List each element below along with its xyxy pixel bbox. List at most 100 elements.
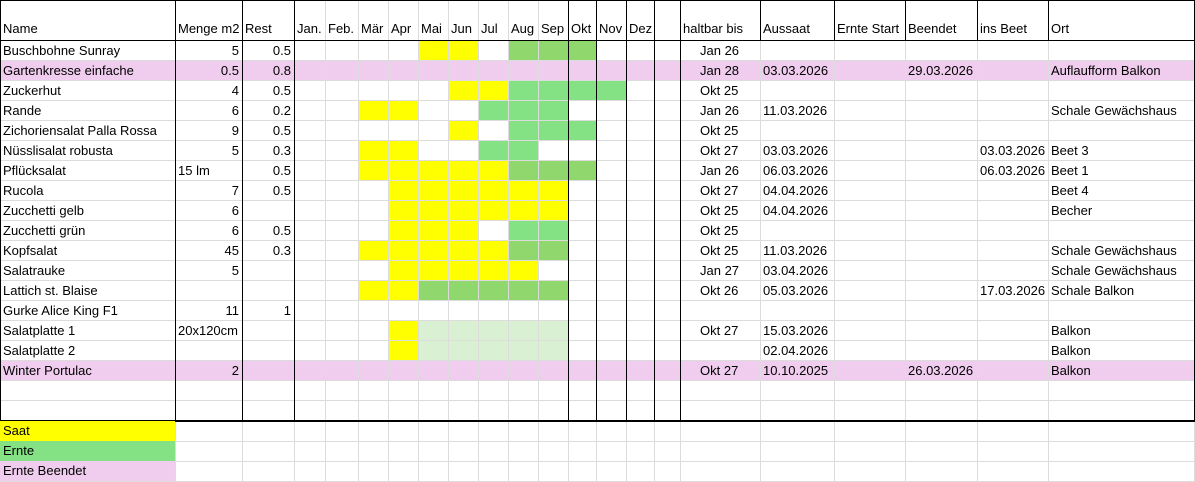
cell-haltbar[interactable]: Jan 26 — [680, 41, 760, 61]
cell-ernte-start[interactable] — [834, 361, 905, 381]
cell-haltbar[interactable] — [680, 301, 760, 321]
cell-name[interactable]: Rande — [0, 101, 175, 121]
column-header[interactable]: Rest — [242, 18, 294, 40]
cell-ort[interactable] — [1048, 121, 1194, 141]
cell-menge[interactable]: 4 — [175, 81, 242, 101]
cell-rest[interactable]: 0.5 — [242, 161, 294, 181]
cell-ernte-start[interactable] — [834, 261, 905, 281]
cell-menge[interactable]: 11 — [175, 301, 242, 321]
cell-name[interactable]: Gurke Alice King F1 — [0, 301, 175, 321]
cell-aussaat[interactable]: 04.04.2026 — [760, 181, 834, 201]
cell-menge[interactable]: 5 — [175, 41, 242, 61]
cell-aussaat[interactable] — [760, 221, 834, 241]
column-header[interactable]: Nov — [596, 18, 626, 40]
cell-aussaat[interactable] — [760, 41, 834, 61]
cell-ort[interactable]: Balkon — [1048, 341, 1194, 361]
cell-menge[interactable]: 6 — [175, 221, 242, 241]
cell-haltbar[interactable]: Okt 25 — [680, 241, 760, 261]
cell-menge[interactable]: 15 lm — [175, 161, 242, 181]
cell-beendet[interactable] — [905, 121, 977, 141]
column-header[interactable]: Name — [0, 18, 175, 40]
cell-beendet[interactable] — [905, 301, 977, 321]
cell-ernte-start[interactable] — [834, 321, 905, 341]
cell-ins-beet[interactable] — [977, 221, 1048, 241]
column-header[interactable]: Jun — [448, 18, 478, 40]
cell-haltbar[interactable]: Okt 25 — [680, 121, 760, 141]
cell-ins-beet[interactable] — [977, 121, 1048, 141]
cell-beendet[interactable] — [905, 341, 977, 361]
cell-haltbar[interactable]: Jan 28 — [680, 61, 760, 81]
cell-haltbar[interactable]: Okt 27 — [680, 321, 760, 341]
cell-haltbar[interactable]: Jan 26 — [680, 101, 760, 121]
cell-ernte-start[interactable] — [834, 161, 905, 181]
cell-name[interactable]: Salatrauke — [0, 261, 175, 281]
cell-rest[interactable] — [242, 341, 294, 361]
cell-beendet[interactable] — [905, 41, 977, 61]
cell-beendet[interactable] — [905, 321, 977, 341]
cell-haltbar[interactable]: Okt 27 — [680, 141, 760, 161]
column-header[interactable]: Sep — [538, 18, 568, 40]
cell-aussaat[interactable]: 03.04.2026 — [760, 261, 834, 281]
cell-ort[interactable]: Auflaufform Balkon — [1048, 61, 1194, 81]
cell-name[interactable]: Rucola — [0, 181, 175, 201]
cell-ort[interactable] — [1048, 301, 1194, 321]
cell-haltbar[interactable]: Okt 25 — [680, 201, 760, 221]
cell-ort[interactable] — [1048, 41, 1194, 61]
column-header[interactable]: Apr — [388, 18, 418, 40]
cell-beendet[interactable] — [905, 221, 977, 241]
cell-haltbar[interactable]: Okt 26 — [680, 281, 760, 301]
cell-ins-beet[interactable]: 03.03.2026 — [977, 141, 1048, 161]
column-header[interactable]: Ernte Start — [834, 18, 905, 40]
cell-rest[interactable]: 0.5 — [242, 41, 294, 61]
cell-rest[interactable]: 0.5 — [242, 181, 294, 201]
column-header[interactable]: Jul — [478, 18, 508, 40]
column-header[interactable]: Ort — [1048, 18, 1194, 40]
cell-ins-beet[interactable] — [977, 41, 1048, 61]
cell-rest[interactable]: 0.8 — [242, 61, 294, 81]
cell-ins-beet[interactable] — [977, 81, 1048, 101]
cell-menge[interactable]: 20x120cm — [175, 321, 242, 341]
cell-name[interactable]: Pflücksalat — [0, 161, 175, 181]
column-header[interactable]: ins Beet — [977, 18, 1048, 40]
cell-ernte-start[interactable] — [834, 61, 905, 81]
cell-rest[interactable]: 0.3 — [242, 141, 294, 161]
cell-ort[interactable]: Balkon — [1048, 361, 1194, 381]
cell-beendet[interactable]: 29.03.2026 — [905, 61, 977, 81]
cell-menge[interactable]: 5 — [175, 261, 242, 281]
column-header[interactable]: Okt — [568, 18, 596, 40]
cell-menge[interactable]: 9 — [175, 121, 242, 141]
cell-ernte-start[interactable] — [834, 141, 905, 161]
cell-ort[interactable]: Becher — [1048, 201, 1194, 221]
cell-ort[interactable] — [1048, 81, 1194, 101]
cell-name[interactable]: Zucchetti gelb — [0, 201, 175, 221]
column-header[interactable]: Beendet — [905, 18, 977, 40]
cell-menge[interactable] — [175, 341, 242, 361]
column-header[interactable]: Jan. — [294, 18, 325, 40]
cell-name[interactable]: Buschbohne Sunray — [0, 41, 175, 61]
cell-aussaat[interactable]: 11.03.2026 — [760, 241, 834, 261]
cell-ernte-start[interactable] — [834, 101, 905, 121]
cell-rest[interactable] — [242, 321, 294, 341]
cell-name[interactable]: Zichoriensalat Palla Rossa — [0, 121, 175, 141]
cell-ernte-start[interactable] — [834, 181, 905, 201]
cell-menge[interactable] — [175, 281, 242, 301]
cell-ort[interactable]: Schale Gewächshaus — [1048, 261, 1194, 281]
cell-ernte-start[interactable] — [834, 201, 905, 221]
column-header[interactable]: Aug — [508, 18, 538, 40]
cell-ort[interactable]: Schale Gewächshaus — [1048, 101, 1194, 121]
cell-ins-beet[interactable] — [977, 101, 1048, 121]
cell-beendet[interactable] — [905, 161, 977, 181]
cell-haltbar[interactable]: Jan 26 — [680, 161, 760, 181]
column-header[interactable]: haltbar bis — [680, 18, 760, 40]
cell-aussaat[interactable]: 03.03.2026 — [760, 141, 834, 161]
cell-ins-beet[interactable] — [977, 201, 1048, 221]
cell-aussaat[interactable]: 03.03.2026 — [760, 61, 834, 81]
cell-ort[interactable]: Beet 4 — [1048, 181, 1194, 201]
cell-ins-beet[interactable] — [977, 301, 1048, 321]
cell-ernte-start[interactable] — [834, 121, 905, 141]
cell-ernte-start[interactable] — [834, 281, 905, 301]
cell-beendet[interactable]: 26.03.2026 — [905, 361, 977, 381]
cell-name[interactable]: Gartenkresse einfache — [0, 61, 175, 81]
cell-ins-beet[interactable]: 17.03.2026 — [977, 281, 1048, 301]
cell-ins-beet[interactable] — [977, 181, 1048, 201]
